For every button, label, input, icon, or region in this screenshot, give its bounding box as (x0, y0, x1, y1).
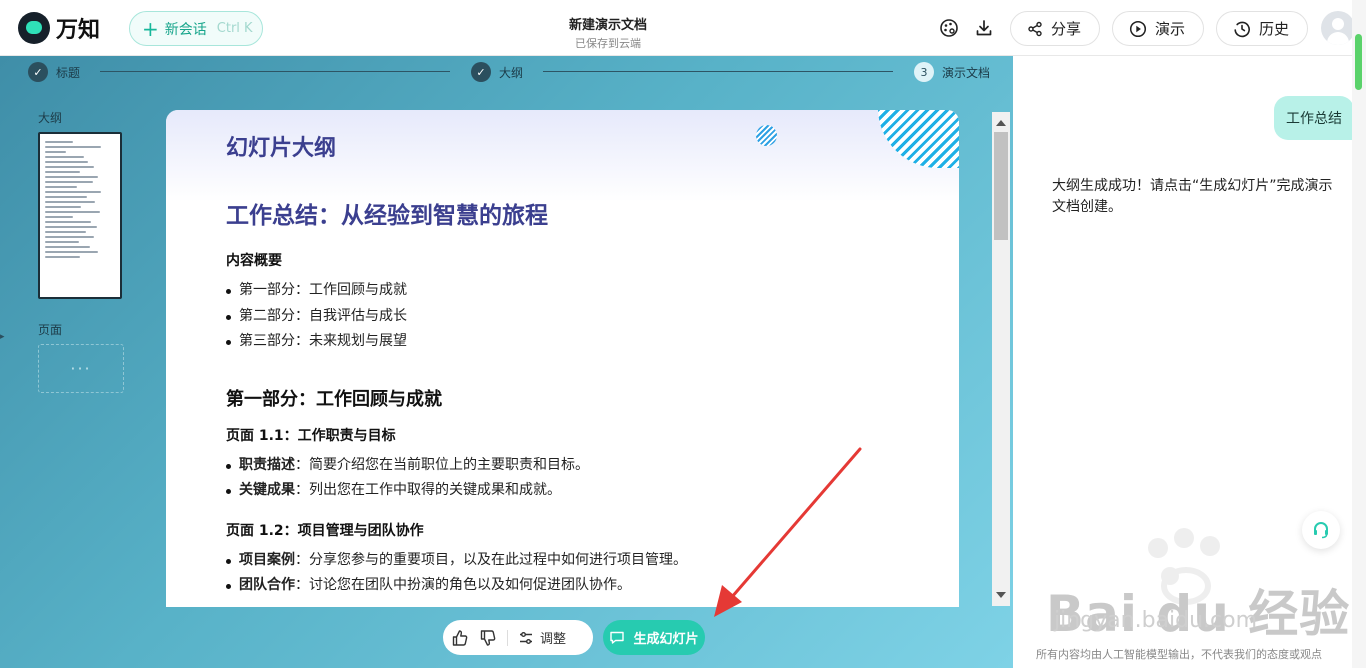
page-scrollbar[interactable] (1352, 0, 1366, 668)
slide-scrollbar[interactable] (992, 112, 1010, 606)
step-presentation: 3 演示文档 (914, 62, 990, 82)
progress-stepper: ✓ 标题 ✓ 大纲 3 演示文档 (28, 62, 992, 82)
play-icon (1129, 20, 1147, 37)
presentation-title: 工作总结：从经验到智慧的旅程 (226, 203, 548, 229)
save-status: 已保存到云端 (575, 37, 641, 50)
top-bar: 万知 + 新会话 Ctrl K 新建演示文档 已保存到云端 分享 演示 历史 (0, 0, 1366, 56)
new-chat-button[interactable]: + 新会话 Ctrl K (129, 11, 263, 46)
logo-icon (18, 12, 50, 44)
thumbs-down-icon[interactable] (479, 629, 497, 647)
present-button[interactable]: 演示 (1112, 11, 1204, 46)
step-title: ✓ 标题 (28, 62, 80, 82)
page-placeholder[interactable]: ··· (38, 344, 124, 393)
step-outline-label: 大纲 (499, 65, 524, 80)
divider (507, 629, 508, 646)
watermark-subtext: jingyan.baidu.com (1054, 608, 1258, 633)
document-title-area: 新建演示文档 已保存到云端 (520, 14, 696, 51)
adjust-button[interactable]: 调整 (518, 628, 566, 647)
history-button[interactable]: 历史 (1216, 11, 1308, 46)
step-connector (100, 71, 450, 72)
sliders-icon (520, 631, 532, 644)
overview-heading: 内容概要 (226, 253, 282, 269)
scroll-up-icon[interactable] (996, 120, 1006, 126)
step-outline: ✓ 大纲 (471, 62, 523, 82)
history-icon (1234, 21, 1250, 37)
generate-slides-button[interactable]: 生成幻灯片 (603, 620, 705, 655)
generate-label: 生成幻灯片 (633, 632, 699, 647)
list-item: 第二部分：自我评估与成长 (226, 304, 926, 330)
history-label: 历史 (1259, 20, 1290, 38)
outline-thumbnail[interactable] (38, 132, 122, 299)
step-connector (543, 71, 893, 72)
present-label: 演示 (1155, 20, 1186, 38)
page-scrollbar-thumb[interactable] (1355, 34, 1362, 90)
annotation-arrow-icon (714, 447, 862, 617)
plus-icon: + (142, 16, 159, 41)
chat-panel: 工作总结 大纲生成成功！请点击“生成幻灯片”完成演示文档创建。 Bai du 经… (1016, 56, 1366, 668)
thumbs-up-icon[interactable] (451, 629, 469, 647)
list-item: 第一部分：工作回顾与成就 (226, 278, 926, 304)
new-chat-label: 新会话 (164, 21, 207, 38)
share-button[interactable]: 分享 (1010, 11, 1100, 46)
slide-heading: 幻灯片大纲 (226, 136, 337, 161)
assistant-message: 大纲生成成功！请点击“生成幻灯片”完成演示文档创建。 (1052, 178, 1333, 215)
headset-icon (1314, 522, 1328, 539)
pages-section-label: 页面 (38, 323, 63, 337)
shortcut-hint: Ctrl K (216, 21, 253, 36)
feedback-toolbar: 调整 (443, 620, 593, 655)
user-avatar[interactable] (1321, 11, 1355, 45)
collapse-arrow-icon[interactable]: ▸ (0, 332, 5, 342)
user-message-bubble: 工作总结 (1274, 96, 1354, 140)
theme-palette-icon[interactable] (937, 16, 961, 40)
app-name: 万知 (56, 18, 101, 43)
page-1-1-heading: 页面 1.1：工作职责与目标 (226, 427, 396, 444)
adjust-label: 调整 (540, 632, 567, 647)
share-icon (1028, 21, 1042, 36)
list-item: 第三部分：未来规划与展望 (226, 329, 926, 355)
outline-section-label: 大纲 (38, 111, 63, 125)
step-number: 3 (914, 62, 934, 82)
share-label: 分享 (1051, 20, 1082, 38)
document-title[interactable]: 新建演示文档 (520, 14, 696, 33)
check-icon: ✓ (28, 62, 48, 82)
app-logo[interactable]: 万知 (18, 12, 100, 44)
ai-disclaimer: 所有内容均由人工智能模型输出，不代表我们的态度或观点 (1036, 648, 1322, 661)
step-presentation-label: 演示文档 (942, 65, 991, 80)
overview-list: 第一部分：工作回顾与成就 第二部分：自我评估与成长 第三部分：未来规划与展望 (226, 278, 926, 355)
download-icon[interactable] (972, 16, 996, 40)
part1-heading: 第一部分：工作回顾与成就 (226, 388, 442, 410)
scroll-down-icon[interactable] (996, 592, 1006, 598)
step-title-label: 标题 (56, 65, 81, 80)
customer-support-button[interactable] (1302, 511, 1340, 549)
scrollbar-thumb[interactable] (994, 132, 1008, 240)
presentation-icon (610, 631, 625, 644)
check-icon: ✓ (471, 62, 491, 82)
